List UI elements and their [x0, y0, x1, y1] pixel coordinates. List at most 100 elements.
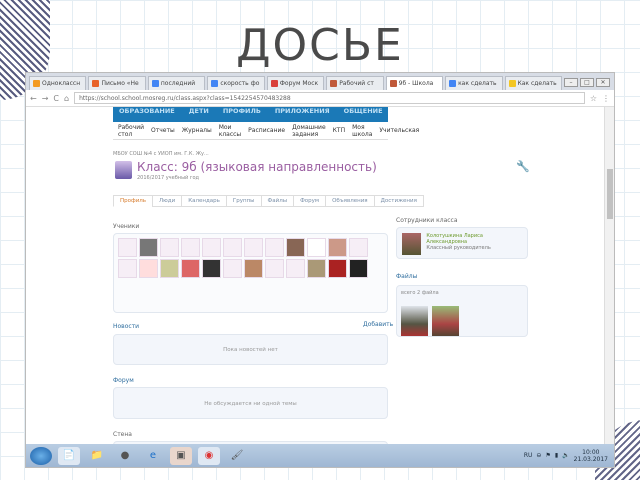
- student-avatar[interactable]: [265, 259, 284, 278]
- student-avatar[interactable]: [328, 238, 347, 257]
- subnav-item[interactable]: Журналы: [182, 127, 212, 134]
- profile-tab[interactable]: Календарь: [181, 195, 227, 207]
- student-avatar[interactable]: [244, 238, 263, 257]
- tray-icon[interactable]: ⊖: [536, 452, 541, 459]
- url-input[interactable]: https://school.school.mosreg.ru/class.as…: [74, 92, 585, 104]
- star-icon[interactable]: ☆: [590, 94, 597, 103]
- subnav-item[interactable]: Мои классы: [219, 124, 241, 138]
- teacher-role: Классный руководитель: [426, 245, 491, 251]
- browser-tab[interactable]: Рабочий ст: [326, 76, 384, 90]
- folder-icon[interactable]: 📁: [86, 447, 108, 465]
- student-avatar[interactable]: [349, 259, 368, 278]
- close-button[interactable]: ✕: [596, 78, 610, 87]
- maximize-button[interactable]: □: [580, 78, 594, 87]
- minimize-button[interactable]: –: [564, 78, 578, 87]
- paint-icon[interactable]: 🖌: [226, 447, 248, 465]
- ie-icon[interactable]: e: [142, 447, 164, 465]
- back-icon[interactable]: ←: [30, 94, 37, 103]
- nav-item[interactable]: ОБЩЕНИЕ: [344, 107, 383, 122]
- powerpoint-icon[interactable]: ▣: [170, 446, 192, 465]
- profile-tab[interactable]: Файлы: [260, 195, 295, 207]
- profile-tab[interactable]: Профиль: [113, 195, 154, 207]
- student-avatar[interactable]: [307, 238, 326, 257]
- tab-label: как сделать: [458, 80, 497, 87]
- clock[interactable]: 10:00 21.03.2017: [574, 449, 608, 463]
- student-avatar[interactable]: [265, 238, 284, 257]
- student-avatar[interactable]: [307, 259, 326, 278]
- student-avatar[interactable]: [160, 238, 179, 257]
- browser-tab[interactable]: последний: [147, 76, 206, 90]
- tab-label: Форум Моск: [279, 80, 319, 87]
- nav-item[interactable]: ПРИЛОЖЕНИЯ: [275, 107, 330, 122]
- nav-item[interactable]: ОБРАЗОВАНИЕ: [119, 107, 175, 122]
- start-button[interactable]: [30, 446, 52, 465]
- student-avatar[interactable]: [223, 259, 242, 278]
- student-avatar[interactable]: [160, 259, 179, 278]
- forum-label[interactable]: Форум: [113, 377, 134, 384]
- student-avatar[interactable]: [139, 238, 158, 257]
- scrollbar-thumb[interactable]: [607, 169, 613, 219]
- hp-icon[interactable]: ●: [114, 447, 136, 465]
- forward-icon[interactable]: →: [42, 94, 49, 103]
- language-indicator[interactable]: RU: [524, 452, 533, 459]
- subnav-item[interactable]: Рабочий стол: [118, 124, 144, 138]
- student-avatar[interactable]: [286, 259, 305, 278]
- teacher-name[interactable]: Колотушкина Лариса Александровна: [426, 233, 522, 245]
- volume-icon[interactable]: 🔈: [562, 452, 569, 459]
- add-news-link[interactable]: Добавить: [363, 321, 393, 328]
- signal-icon[interactable]: ▮: [555, 452, 558, 459]
- browser-tab[interactable]: Одноклассн: [29, 76, 87, 90]
- subnav-item[interactable]: Моя школа: [352, 124, 372, 138]
- profile-tab[interactable]: Объявления: [325, 195, 375, 207]
- profile-tab[interactable]: Люди: [152, 195, 183, 207]
- slide-title: ДОСЬЕ: [236, 20, 404, 71]
- student-avatar[interactable]: [202, 259, 221, 278]
- file-photo[interactable]: [401, 306, 428, 336]
- subnav-item[interactable]: Домашние задания: [292, 124, 326, 138]
- browser-tab[interactable]: Как сделать: [504, 76, 562, 90]
- file-photo[interactable]: [432, 306, 459, 336]
- favicon-icon: [92, 80, 100, 87]
- student-avatar[interactable]: [349, 238, 368, 257]
- menu-icon[interactable]: ⋮: [602, 94, 610, 103]
- class-subtitle: 2016/2017 учебный год: [137, 175, 199, 181]
- profile-tab[interactable]: Форум: [293, 195, 327, 207]
- subnav-item[interactable]: Учительская: [379, 127, 419, 134]
- browser-tab[interactable]: как сделать: [445, 76, 503, 90]
- nav-item[interactable]: ПРОФИЛЬ: [223, 107, 261, 122]
- scrollbar[interactable]: [604, 107, 614, 444]
- nav-item[interactable]: ДЕТИ: [189, 107, 209, 122]
- breadcrumb[interactable]: МБОУ СОШ №4 с УИОП им. Г.К. Жу...: [113, 151, 209, 157]
- reload-icon[interactable]: C: [53, 94, 59, 103]
- files-count: всего 2 файла: [401, 290, 439, 296]
- student-avatar[interactable]: [223, 238, 242, 257]
- student-avatar[interactable]: [202, 238, 221, 257]
- browser-tab[interactable]: скорость фо: [207, 76, 265, 90]
- wrench-icon[interactable]: 🔧: [516, 160, 530, 173]
- student-avatar[interactable]: [118, 259, 137, 278]
- flag-icon[interactable]: ⚑: [545, 452, 550, 459]
- word-icon[interactable]: 📄: [58, 446, 80, 465]
- profile-tab[interactable]: Группы: [225, 195, 262, 207]
- files-label[interactable]: Файлы: [396, 273, 417, 280]
- class-avatar: [115, 161, 132, 179]
- student-avatar[interactable]: [328, 259, 347, 278]
- browser-tab[interactable]: 9б - Школа: [385, 76, 444, 90]
- tab-label: 9б - Школа: [398, 80, 434, 87]
- chrome-icon[interactable]: ◉: [198, 446, 220, 465]
- student-avatar[interactable]: [244, 259, 263, 278]
- student-avatar[interactable]: [139, 259, 158, 278]
- subnav-item[interactable]: Расписание: [248, 127, 285, 134]
- profile-tab[interactable]: Достижения: [373, 195, 424, 207]
- student-avatar[interactable]: [286, 238, 305, 257]
- subnav-item[interactable]: Отчеты: [151, 127, 175, 134]
- browser-tab[interactable]: Форум Моск: [266, 76, 325, 90]
- student-avatar[interactable]: [181, 238, 200, 257]
- taskbar: 📄 📁 ● e ▣ ◉ 🖌 RU ⊖ ⚑ ▮ 🔈 10:00 21.03.2017: [26, 444, 614, 467]
- student-avatar[interactable]: [181, 259, 200, 278]
- student-avatar[interactable]: [118, 238, 137, 257]
- browser-tab[interactable]: Письмо «Не: [88, 76, 146, 90]
- home-icon[interactable]: ⌂: [64, 94, 69, 103]
- forum-empty: Не обсуждается ни одной темы: [113, 387, 388, 419]
- subnav-item[interactable]: КТП: [333, 127, 345, 134]
